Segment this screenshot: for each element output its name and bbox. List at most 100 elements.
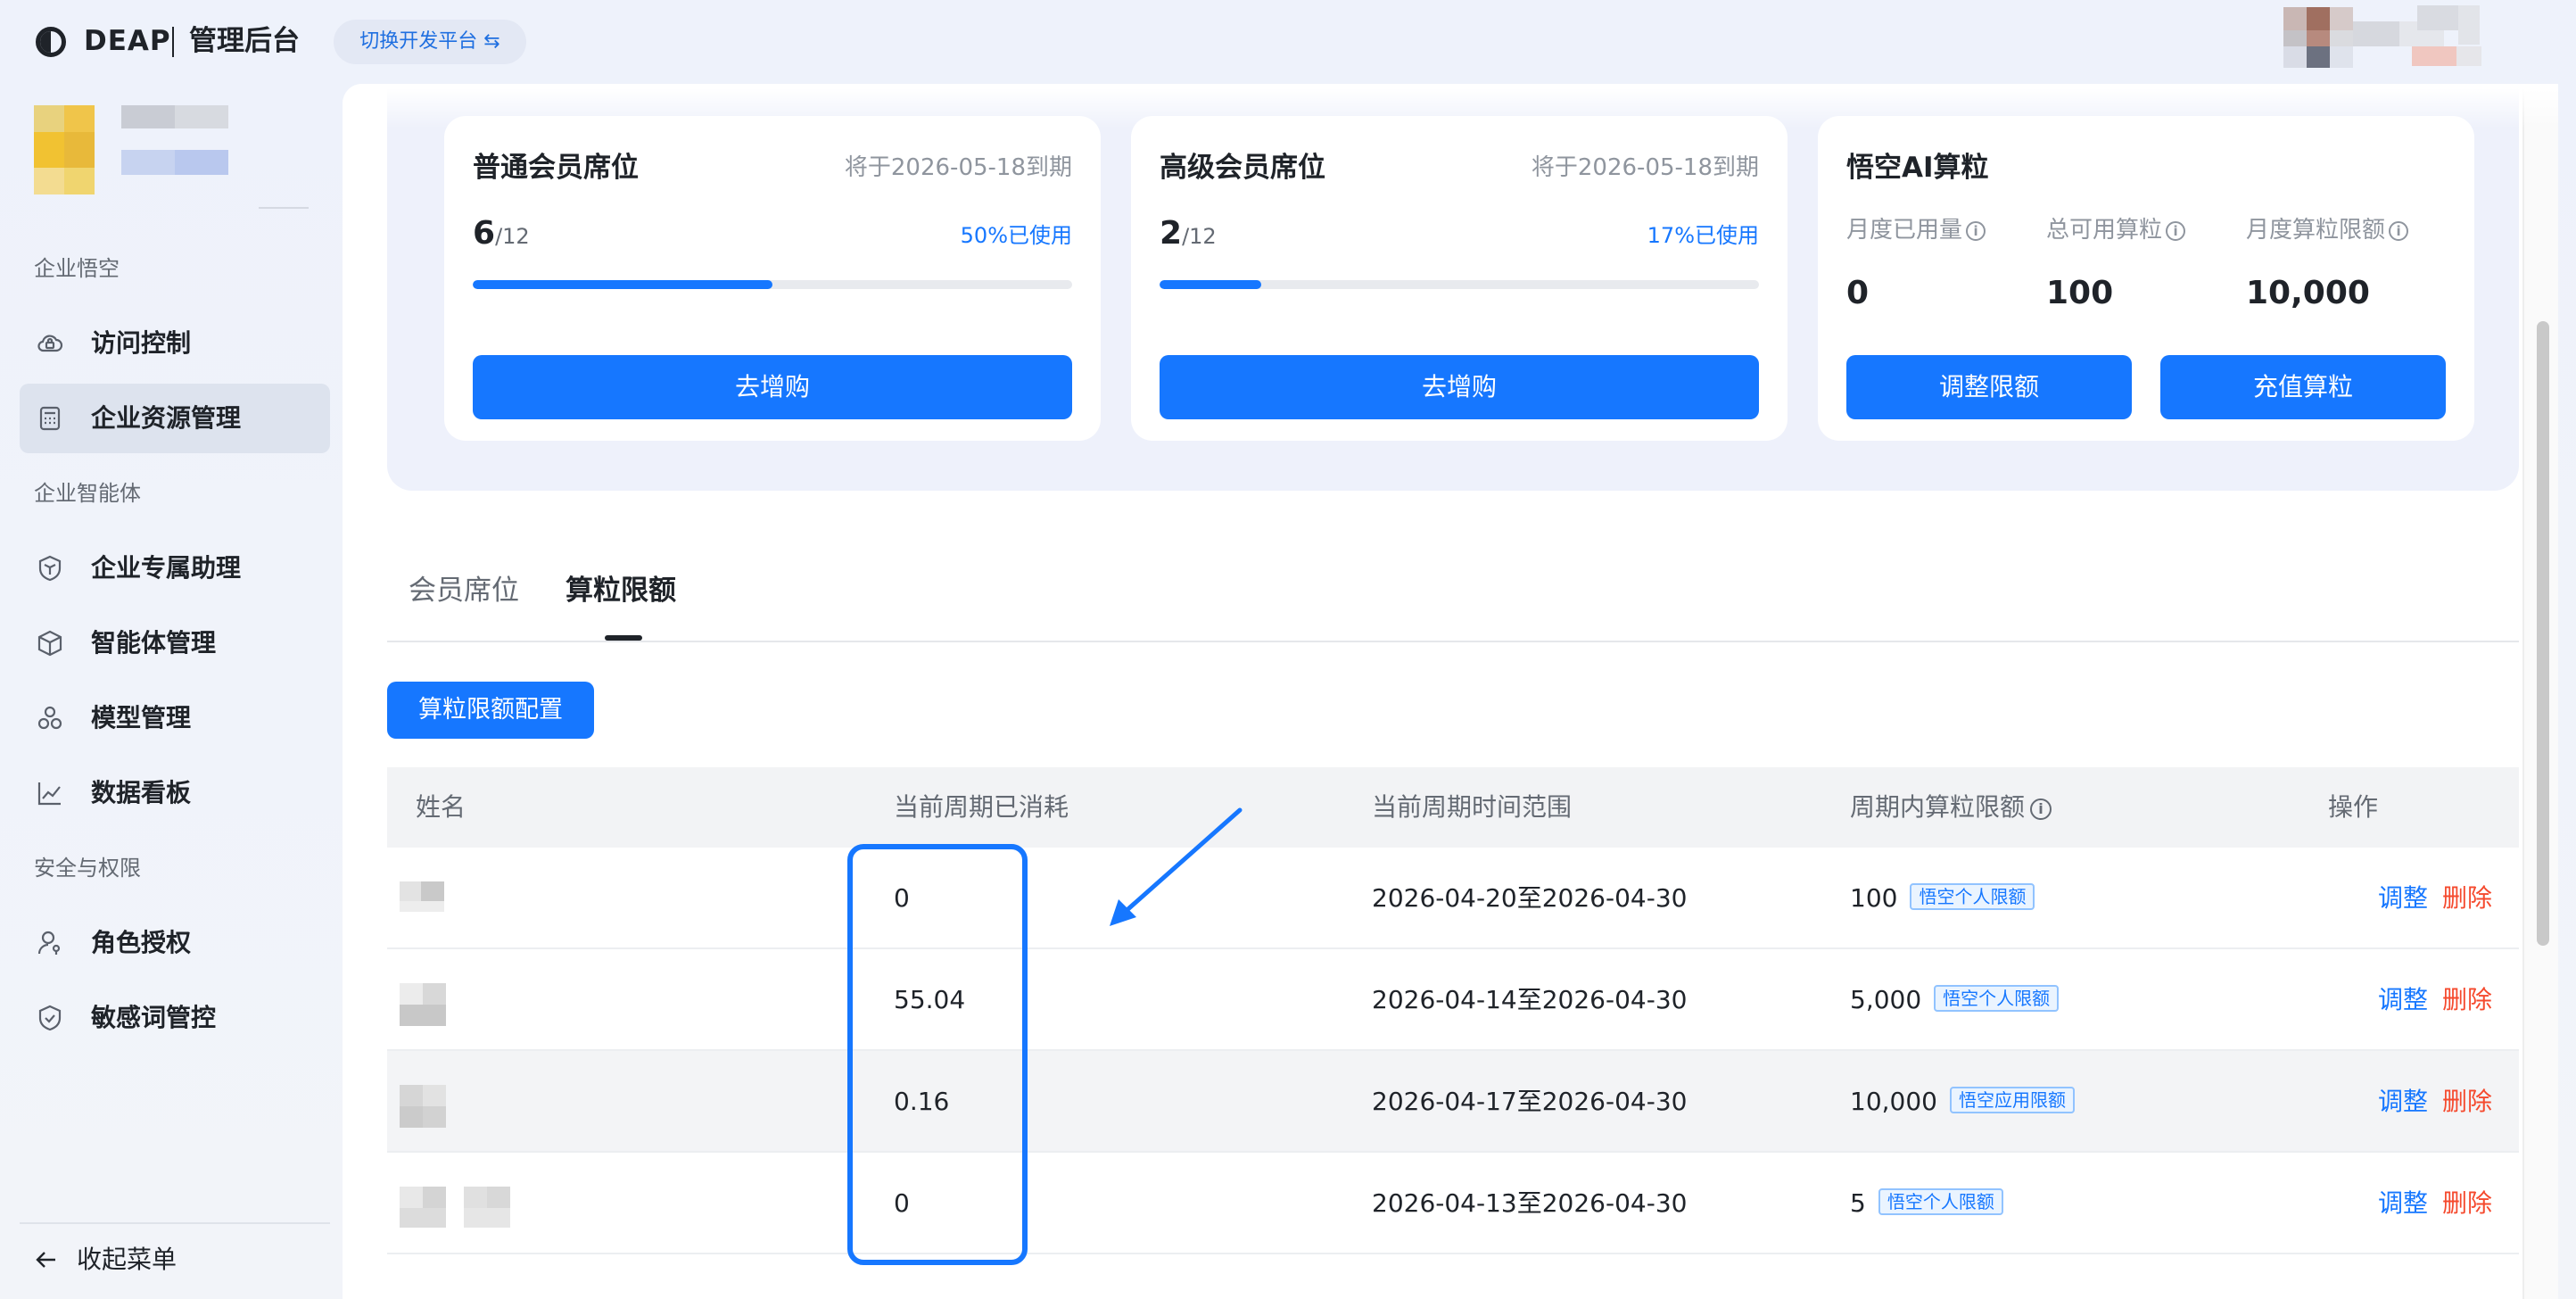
sidebar-item-exclusive-assistant[interactable]: 企业专属助理 xyxy=(20,534,330,603)
seat-count: 6/12 xyxy=(473,212,530,261)
seat-progress-bar xyxy=(473,280,1072,289)
sidebar-item-agent-management[interactable]: 智能体管理 xyxy=(20,608,330,678)
sidebar-item-sensitive-words[interactable]: 敏感词管控 xyxy=(20,983,330,1053)
main-panel: 普通会员席位 将于2026-05-18到期 6/12 50%已使用 去增购 高级… xyxy=(343,84,2558,1299)
delete-link[interactable]: 删除 xyxy=(2442,981,2492,1019)
period-range: 2026-04-20至2026-04-30 xyxy=(1372,883,1688,913)
info-icon[interactable]: i xyxy=(2166,221,2186,241)
user-key-icon xyxy=(36,929,64,957)
header-name: 姓名 xyxy=(416,792,466,822)
sidebar-item-label: 智能体管理 xyxy=(91,628,217,658)
table-row: 55.04 2026-04-14至2026-04-30 5,000 悟空个人限额 … xyxy=(387,949,2519,1051)
org-avatar-blurred xyxy=(34,105,310,212)
sidebar-item-access-control[interactable]: 访问控制 xyxy=(20,309,330,378)
sidebar-item-label: 角色授权 xyxy=(91,928,192,957)
period-range: 2026-04-14至2026-04-30 xyxy=(1372,985,1688,1014)
ai-quota-card: 悟空AI算粒 月度已用量 i 0 总可用算粒 i 100 月度算粒限额 i 10,00… xyxy=(1818,116,2474,441)
deap-logo-icon xyxy=(36,27,66,57)
collapse-menu-label: 收起菜单 xyxy=(77,1245,178,1274)
recharge-button[interactable]: 充值算粒 xyxy=(2160,355,2446,419)
quota-config-button[interactable]: 算粒限额配置 xyxy=(387,682,594,739)
app-subtitle: 管理后台 xyxy=(189,25,300,57)
vertical-scrollbar[interactable] xyxy=(2522,84,2558,1299)
cube-icon xyxy=(36,629,64,658)
info-icon[interactable]: i xyxy=(2389,221,2409,241)
premium-seat-card: 高级会员席位 将于2026-05-18到期 2/12 17%已使用 去增购 xyxy=(1131,116,1788,441)
monthly-used-label: 月度已用量 i xyxy=(1846,212,1986,248)
brand-name: DEAP xyxy=(84,25,171,57)
arrow-left-icon xyxy=(36,1252,55,1268)
monthly-limit-label: 月度算粒限额 i xyxy=(2246,212,2409,248)
sidebar-item-role-authorization[interactable]: 角色授权 xyxy=(20,908,330,978)
tabs-divider xyxy=(387,641,2519,642)
sidebar-item-label: 敏感词管控 xyxy=(91,1003,217,1032)
card-title: 普通会员席位 xyxy=(473,152,639,184)
sidebar-item-data-dashboard[interactable]: 数据看板 xyxy=(20,758,330,828)
limit-type-tag: 悟空应用限额 xyxy=(1949,1087,2075,1113)
header-actions: 操作 xyxy=(2328,792,2379,822)
switch-platform-button[interactable]: 切换开发平台 ⇆ xyxy=(334,20,526,64)
table-header: 姓名 当前周期已消耗 当前周期时间范围 周期内算粒限额 i 操作 xyxy=(387,767,2519,848)
table-row: 0 2026-04-13至2026-04-30 5 悟空个人限额 调整 删除 xyxy=(387,1153,2519,1254)
period-limit: 5 悟空个人限额 xyxy=(1850,1185,2003,1222)
group-title-enterprise-wukong: 企业悟空 xyxy=(34,256,120,281)
cube-shield-icon xyxy=(36,554,64,583)
seat-progress-fill xyxy=(1160,280,1262,289)
top-bar: DEAP 管理后台 切换开发平台 ⇆ xyxy=(0,0,2576,84)
delete-link[interactable]: 删除 xyxy=(2442,1185,2492,1222)
seat-progress-bar xyxy=(1160,280,1759,289)
usage-percent: 17%已使用 xyxy=(1647,223,1759,248)
tab-quota-limit[interactable]: 算粒限额 xyxy=(566,566,676,616)
header-period-range: 当前周期时间范围 xyxy=(1372,792,1573,822)
buy-more-button[interactable]: 去增购 xyxy=(473,355,1072,419)
sidebar-item-resource-management[interactable]: 企业资源管理 xyxy=(20,384,330,453)
period-range: 2026-04-17至2026-04-30 xyxy=(1372,1087,1688,1116)
limit-type-tag: 悟空个人限额 xyxy=(1934,985,2060,1012)
adjust-link[interactable]: 调整 xyxy=(2378,880,2428,917)
scrollbar-thumb[interactable] xyxy=(2537,321,2549,946)
delete-link[interactable]: 删除 xyxy=(2442,1083,2492,1121)
brand-separator xyxy=(172,27,174,57)
sidebar-item-model-management[interactable]: 模型管理 xyxy=(20,683,330,753)
buy-more-button[interactable]: 去增购 xyxy=(1160,355,1759,419)
card-expire-date: 将于2026-05-18到期 xyxy=(844,154,1072,181)
annotation-highlight-box xyxy=(847,844,1028,1265)
header-period-limit: 周期内算粒限额 i xyxy=(1850,789,2052,826)
card-title: 高级会员席位 xyxy=(1160,152,1325,184)
adjust-limit-button[interactable]: 调整限额 xyxy=(1846,355,2132,419)
table-row: 0 2026-04-20至2026-04-30 100 悟空个人限额 调整 删除 xyxy=(387,848,2519,949)
tab-member-seats[interactable]: 会员席位 xyxy=(409,566,519,616)
sidebar-item-label: 企业专属助理 xyxy=(91,553,242,583)
circles-icon xyxy=(36,704,64,732)
adjust-link[interactable]: 调整 xyxy=(2378,981,2428,1019)
limit-type-tag: 悟空个人限额 xyxy=(1878,1188,2003,1215)
user-avatar-blurred[interactable] xyxy=(2283,0,2576,84)
info-icon[interactable]: i xyxy=(2030,798,2052,820)
normal-seat-card: 普通会员席位 将于2026-05-18到期 6/12 50%已使用 去增购 xyxy=(444,116,1101,441)
delete-link[interactable]: 删除 xyxy=(2442,880,2492,917)
seat-total: /12 xyxy=(495,224,530,249)
group-title-security: 安全与权限 xyxy=(34,856,141,881)
info-icon[interactable]: i xyxy=(1966,221,1986,241)
org-divider xyxy=(259,207,309,209)
sidebar-divider xyxy=(20,1222,330,1224)
scroll-fade xyxy=(343,84,2558,128)
adjust-link[interactable]: 调整 xyxy=(2378,1083,2428,1121)
shield-check-icon xyxy=(36,1004,64,1032)
seat-progress-fill xyxy=(473,280,772,289)
group-title-enterprise-agent: 企业智能体 xyxy=(34,481,141,506)
sidebar-item-label: 企业资源管理 xyxy=(91,403,242,433)
resource-summary: 普通会员席位 将于2026-05-18到期 6/12 50%已使用 去增购 高级… xyxy=(387,84,2519,491)
header-consumed: 当前周期已消耗 xyxy=(894,792,1069,822)
seat-total: /12 xyxy=(1182,224,1217,249)
adjust-link[interactable]: 调整 xyxy=(2378,1185,2428,1222)
period-range: 2026-04-13至2026-04-30 xyxy=(1372,1188,1688,1218)
monthly-used-value: 0 xyxy=(1846,275,1870,311)
annotation-arrow-icon xyxy=(1110,807,1243,926)
total-available-label: 总可用算粒 i xyxy=(2046,212,2186,248)
card-title: 悟空AI算粒 xyxy=(1846,152,1989,184)
seat-used: 2 xyxy=(1160,215,1183,252)
sidebar-item-label: 访问控制 xyxy=(91,328,192,358)
monthly-limit-value: 10,000 xyxy=(2246,275,2370,311)
table-row: 0.16 2026-04-17至2026-04-30 10,000 悟空应用限额 … xyxy=(387,1051,2519,1153)
